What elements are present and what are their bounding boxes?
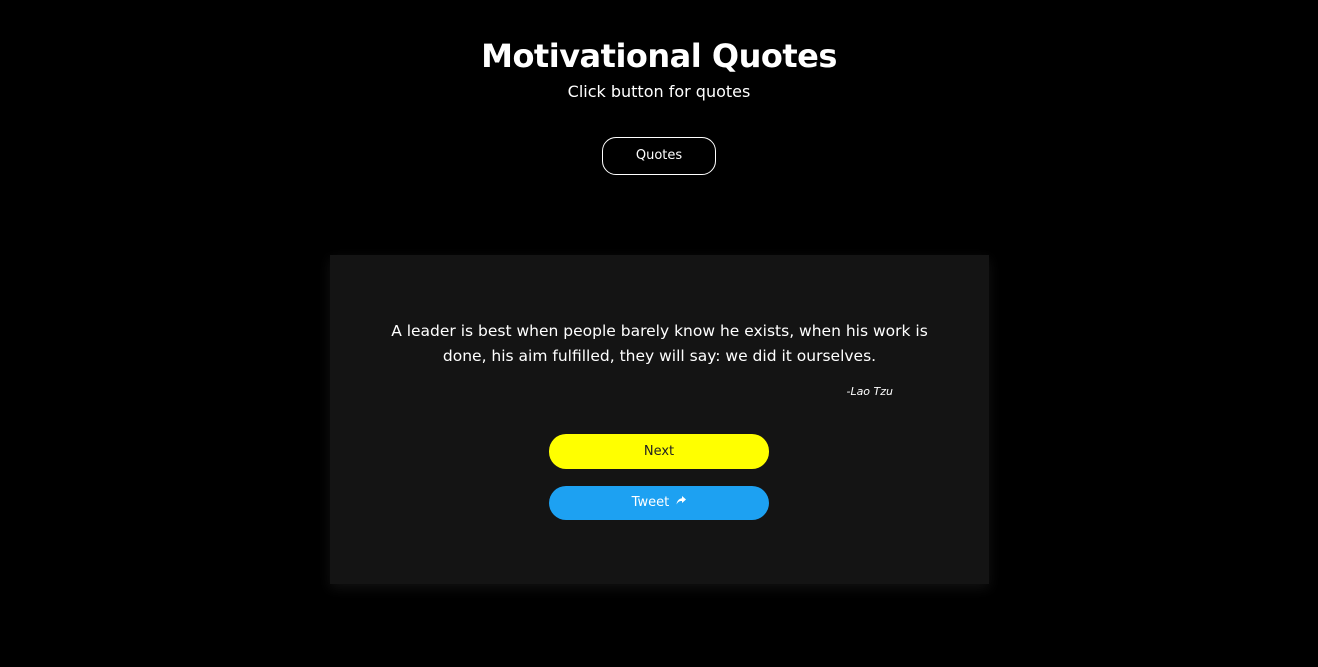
page-title: Motivational Quotes [481,37,837,75]
next-button[interactable]: Next [549,434,769,469]
quotes-button[interactable]: Quotes [602,137,716,175]
page-subtitle: Click button for quotes [567,82,751,101]
page: Motivational Quotes Click button for quo… [0,0,1318,667]
quote-author: -Lao Tzu [846,385,893,398]
quote-card: A leader is best when people barely know… [330,255,989,584]
tweet-button[interactable]: Tweet [549,486,769,520]
share-icon [676,485,687,519]
quote-text: A leader is best when people barely know… [391,322,928,365]
tweet-button-label: Tweet [631,495,670,510]
